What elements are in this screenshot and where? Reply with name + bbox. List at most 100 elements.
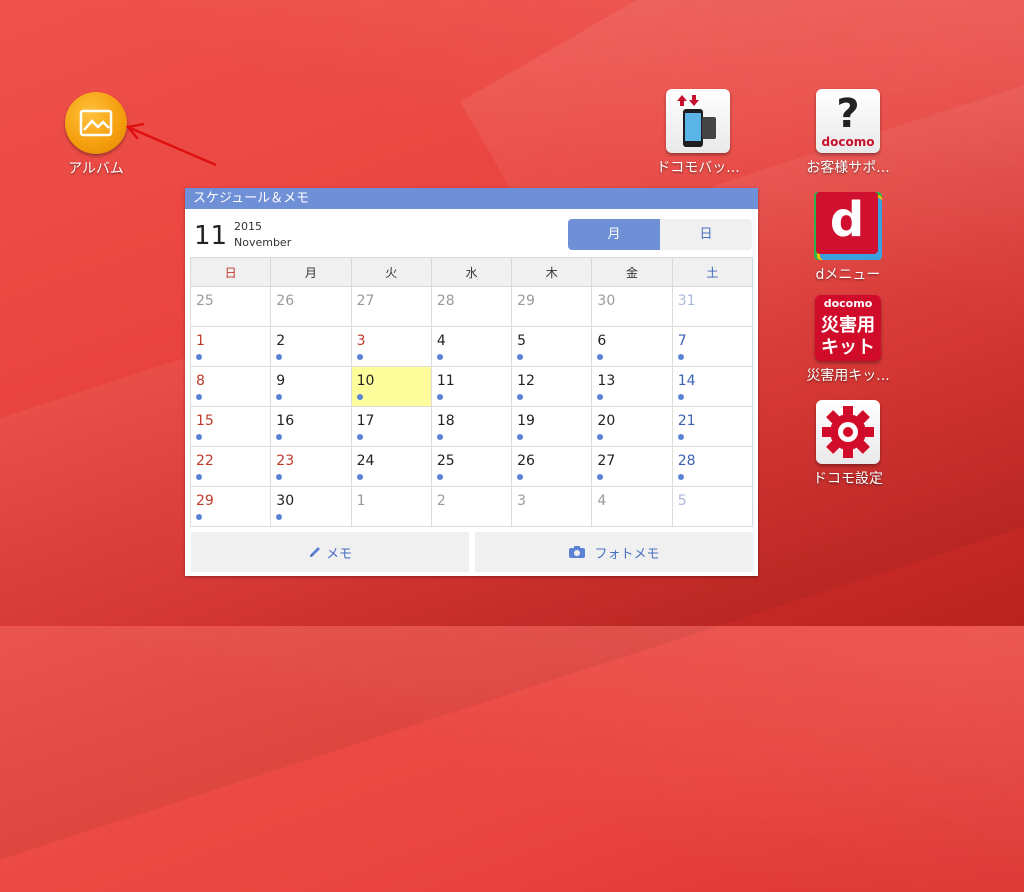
- day-number: 11: [436, 373, 455, 389]
- calendar-day[interactable]: 18: [430, 406, 513, 447]
- day-number: 12: [517, 373, 535, 389]
- camera-icon: [569, 546, 586, 558]
- calendar-day[interactable]: 26: [270, 286, 352, 327]
- event-dot-icon: [517, 474, 524, 480]
- event-dot-icon: [276, 514, 283, 520]
- calendar-day[interactable]: 2: [430, 486, 513, 527]
- calendar-day[interactable]: 29: [189, 486, 272, 527]
- calendar-day[interactable]: 6: [591, 326, 673, 367]
- calendar-day[interactable]: 27: [350, 286, 432, 327]
- day-number: 6: [597, 333, 607, 349]
- calendar-day[interactable]: 1: [189, 326, 272, 367]
- app-d-menu[interactable]: d dメニュー: [798, 192, 898, 284]
- calendar-day[interactable]: 31: [671, 286, 754, 327]
- calendar-day[interactable]: 1: [350, 486, 432, 527]
- calendar-day[interactable]: 21: [671, 406, 754, 447]
- day-number: 26: [517, 453, 535, 469]
- gear-icon: [816, 400, 880, 464]
- event-dot-icon: [436, 354, 443, 360]
- help-icon: ? docomo: [816, 89, 880, 153]
- app-docomo-settings[interactable]: ドコモ設定: [798, 400, 898, 488]
- event-dot-icon: [677, 394, 684, 400]
- calendar-day[interactable]: 14: [671, 366, 754, 407]
- day-number: 27: [597, 453, 616, 469]
- calendar-week-row: 15 16 17 18 19 20 21: [189, 406, 754, 447]
- calendar-day[interactable]: 29: [511, 286, 593, 327]
- calendar-day[interactable]: 28: [430, 286, 513, 327]
- view-toggle: 月 日: [568, 219, 752, 250]
- calendar-day[interactable]: 3: [511, 486, 593, 527]
- calendar-day-today[interactable]: 10: [350, 366, 432, 407]
- event-dot-icon: [196, 434, 202, 440]
- app-customer-support[interactable]: ? docomo お客様サポ...: [798, 89, 898, 177]
- calendar-day[interactable]: 28: [671, 446, 754, 487]
- calendar-day[interactable]: 20: [591, 406, 673, 447]
- day-number: 25: [436, 453, 455, 469]
- event-dot-icon: [356, 394, 363, 400]
- calendar-day[interactable]: 2: [270, 326, 352, 367]
- calendar-day[interactable]: 23: [270, 446, 352, 487]
- day-view-tab[interactable]: 日: [660, 219, 752, 250]
- calendar-day[interactable]: 4: [430, 326, 513, 367]
- day-number: 25: [196, 293, 214, 309]
- calendar-day[interactable]: 25: [430, 446, 513, 487]
- event-dot-icon: [276, 394, 283, 400]
- event-dot-icon: [677, 474, 684, 480]
- photo-memo-button[interactable]: フォトメモ: [475, 532, 753, 572]
- event-dot-icon: [517, 354, 524, 360]
- calendar-day[interactable]: 16: [270, 406, 352, 447]
- disaster-kit-icon: docomo 災害用 キット: [815, 295, 881, 361]
- app-disaster-kit[interactable]: docomo 災害用 キット 災害用キッ...: [798, 295, 898, 385]
- calendar-day[interactable]: 5: [671, 486, 754, 527]
- day-number: 20: [597, 413, 616, 429]
- day-number: 2: [276, 333, 286, 349]
- day-number: 4: [436, 333, 446, 349]
- day-number: 9: [276, 373, 286, 389]
- calendar-day[interactable]: 17: [350, 406, 432, 447]
- calendar-day[interactable]: 7: [671, 326, 754, 367]
- calendar-day[interactable]: 12: [511, 366, 593, 407]
- event-dot-icon: [436, 474, 443, 480]
- calendar-day[interactable]: 24: [350, 446, 432, 487]
- calendar-day[interactable]: 30: [270, 486, 352, 527]
- calendar-day[interactable]: 30: [591, 286, 673, 327]
- event-dot-icon: [597, 434, 604, 440]
- day-number: 29: [517, 293, 535, 309]
- day-number: 28: [436, 293, 455, 309]
- calendar-day[interactable]: 25: [189, 286, 272, 327]
- app-disaster-kit-label: 災害用キッ...: [806, 368, 890, 384]
- calendar-day[interactable]: 9: [270, 366, 352, 407]
- calendar-day[interactable]: 8: [189, 366, 272, 407]
- day-number: 27: [356, 293, 375, 309]
- photo-memo-button-label: フォトメモ: [594, 546, 660, 562]
- event-dot-icon: [356, 434, 363, 440]
- calendar-day[interactable]: 3: [350, 326, 432, 367]
- app-docomo-backup[interactable]: ドコモバッ...: [648, 89, 748, 177]
- app-customer-support-label: お客様サポ...: [806, 160, 890, 176]
- d-menu-icon: d: [814, 192, 882, 260]
- weekday-header: 金: [591, 257, 673, 287]
- calendar-day[interactable]: 22: [189, 446, 272, 487]
- day-number: 1: [196, 333, 205, 349]
- weekday-header: 火: [350, 257, 432, 287]
- calendar-day[interactable]: 26: [511, 446, 593, 487]
- month-view-tab[interactable]: 月: [568, 219, 660, 250]
- schedule-memo-widget[interactable]: スケジュール＆メモ 11 2015 November 月 日 日 月 火 水 木…: [185, 188, 758, 576]
- day-number: 24: [356, 453, 375, 469]
- event-dot-icon: [436, 434, 443, 440]
- event-dot-icon: [677, 354, 684, 360]
- day-number: 30: [597, 293, 616, 309]
- calendar-week-row: 25 26 27 28 29 30 31: [189, 286, 754, 327]
- calendar-day[interactable]: 11: [430, 366, 513, 407]
- calendar-day[interactable]: 15: [189, 406, 272, 447]
- annotation-arrow-icon: [125, 122, 217, 167]
- calendar-day[interactable]: 27: [591, 446, 673, 487]
- day-number: 19: [517, 413, 535, 429]
- memo-button[interactable]: メモ: [191, 532, 469, 572]
- calendar-day[interactable]: 5: [511, 326, 593, 367]
- docomo-logo: docomo: [821, 135, 875, 149]
- calendar-day[interactable]: 4: [591, 486, 673, 527]
- calendar-day[interactable]: 13: [591, 366, 673, 407]
- calendar-day[interactable]: 19: [511, 406, 593, 447]
- backup-icon: [666, 89, 730, 153]
